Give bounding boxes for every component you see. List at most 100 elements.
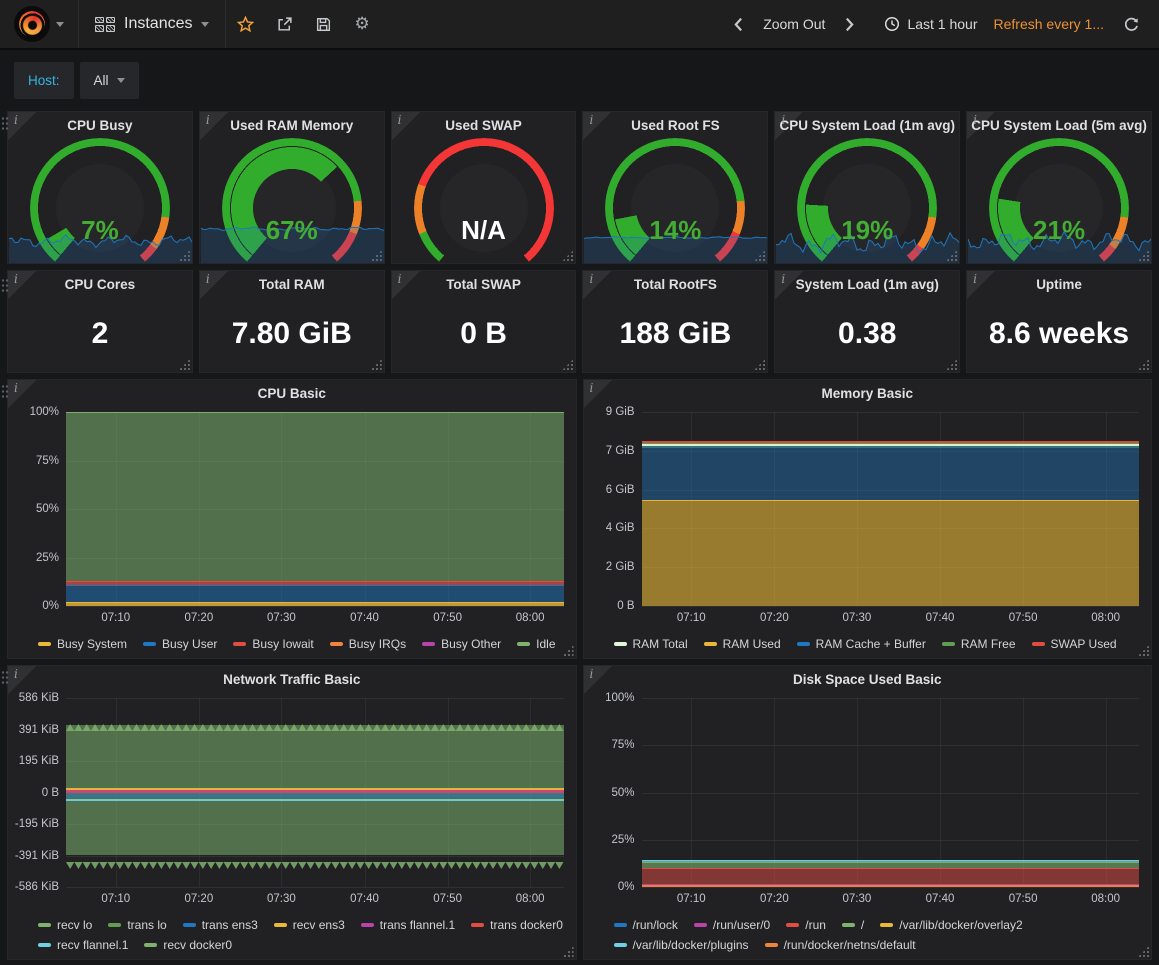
- y-tick-label: 195 KiB: [19, 755, 59, 767]
- panel-resize-handle[interactable]: [562, 250, 573, 261]
- legend-item[interactable]: Busy User: [143, 637, 217, 651]
- y-tick-label: 0 B: [617, 600, 634, 612]
- legend-item[interactable]: /run/lock: [614, 918, 678, 932]
- gauge-value: 19%: [775, 215, 959, 246]
- panel-info-icon[interactable]: i: [584, 666, 612, 694]
- legend-item[interactable]: recv flannel.1: [38, 938, 128, 952]
- panel-info-icon[interactable]: i: [583, 112, 611, 140]
- legend-item[interactable]: RAM Total: [614, 637, 688, 651]
- panel-info-icon[interactable]: i: [967, 271, 995, 299]
- legend-series-label: /run/user/0: [713, 918, 770, 932]
- share-dashboard-button[interactable]: [265, 0, 304, 48]
- panel-info-icon[interactable]: i: [8, 666, 36, 694]
- stat-panel: iTotal SWAP0 B: [391, 270, 577, 373]
- x-tick-label: 07:20: [760, 612, 789, 624]
- legend-item[interactable]: recv ens3: [274, 918, 345, 932]
- panel-info-icon[interactable]: i: [8, 271, 36, 299]
- legend-series-swatch: [330, 642, 343, 646]
- legend-item[interactable]: Busy IRQs: [330, 637, 406, 651]
- legend-series-label: RAM Cache + Buffer: [816, 637, 926, 651]
- host-variable-label[interactable]: Host:: [14, 62, 74, 99]
- time-range-picker[interactable]: Last 1 hour: [876, 16, 985, 32]
- panel-resize-handle[interactable]: [946, 359, 957, 370]
- legend-item[interactable]: /run: [786, 918, 826, 932]
- grafana-menu-button[interactable]: [0, 6, 78, 42]
- panel-resize-handle[interactable]: [754, 359, 765, 370]
- host-variable-dropdown[interactable]: All: [80, 62, 139, 99]
- row-drag-handle[interactable]: [1, 278, 9, 294]
- legend-item[interactable]: Busy Other: [422, 637, 501, 651]
- gauge-value: 67%: [200, 215, 384, 246]
- legend-series-swatch: [797, 642, 810, 646]
- legend-item[interactable]: trans ens3: [183, 918, 258, 932]
- legend-item[interactable]: /run/docker/netns/default: [765, 938, 916, 952]
- legend-series-label: Busy Iowait: [252, 637, 313, 651]
- panel-info-icon[interactable]: i: [584, 380, 612, 408]
- panel-title[interactable]: Disk Space Used Basic: [584, 672, 1152, 687]
- legend-item[interactable]: /var/lib/docker/plugins: [614, 938, 749, 952]
- panel-info-icon[interactable]: i: [583, 271, 611, 299]
- legend-item[interactable]: Idle: [517, 637, 555, 651]
- chart-legend-row: recv flannel.1 recv docker0: [38, 935, 568, 955]
- legend-item[interactable]: RAM Cache + Buffer: [797, 637, 926, 651]
- panel-info-icon[interactable]: i: [775, 112, 803, 140]
- legend-series-label: trans flannel.1: [380, 918, 455, 932]
- refresh-interval-picker[interactable]: Refresh every 1...: [986, 16, 1113, 32]
- panel-info-icon[interactable]: i: [8, 380, 36, 408]
- time-shift-back-button[interactable]: [722, 0, 755, 48]
- legend-item[interactable]: recv lo: [38, 918, 92, 932]
- gauge-panel: iCPU System Load (1m avg)19%: [774, 111, 960, 264]
- panel-title[interactable]: Network Traffic Basic: [8, 672, 576, 687]
- save-dashboard-button[interactable]: [304, 0, 343, 48]
- panel-info-icon[interactable]: i: [392, 271, 420, 299]
- legend-item[interactable]: trans docker0: [471, 918, 563, 932]
- legend-item[interactable]: trans flannel.1: [361, 918, 455, 932]
- panel-resize-handle[interactable]: [371, 359, 382, 370]
- legend-item[interactable]: SWAP Used: [1032, 637, 1117, 651]
- panel-resize-handle[interactable]: [562, 359, 573, 370]
- legend-series-label: /run/lock: [633, 918, 678, 932]
- legend-series-label: SWAP Used: [1051, 637, 1117, 651]
- legend-item[interactable]: RAM Used: [704, 637, 781, 651]
- navbar: Instances ⚙ Zoom Out: [0, 0, 1159, 50]
- legend-item[interactable]: /run/user/0: [694, 918, 770, 932]
- panel-info-icon[interactable]: i: [8, 112, 36, 140]
- legend-item[interactable]: recv docker0: [144, 938, 232, 952]
- stat-panel: iTotal RAM7.80 GiB: [199, 270, 385, 373]
- x-tick-label: 07:50: [1009, 612, 1038, 624]
- panel-resize-handle[interactable]: [179, 359, 190, 370]
- panel-title[interactable]: CPU Basic: [8, 386, 576, 401]
- star-dashboard-button[interactable]: [226, 0, 265, 48]
- legend-item[interactable]: trans lo: [108, 918, 166, 932]
- legend-item[interactable]: Busy Iowait: [233, 637, 313, 651]
- y-tick-label: 2 GiB: [606, 561, 635, 573]
- zoom-out-button[interactable]: Zoom Out: [755, 16, 833, 32]
- legend-item[interactable]: /: [842, 918, 864, 932]
- legend-series-swatch: [942, 642, 955, 646]
- legend-series-label: Busy IRQs: [349, 637, 406, 651]
- panel-info-icon[interactable]: i: [775, 271, 803, 299]
- y-tick-label: 75%: [36, 455, 59, 467]
- panel-info-icon[interactable]: i: [200, 112, 228, 140]
- refresh-button[interactable]: [1112, 0, 1151, 48]
- chart-plot-area: -586 KiB-391 KiB-195 KiB0 B195 KiB391 Ki…: [66, 698, 564, 887]
- panel-info-icon[interactable]: i: [967, 112, 995, 140]
- stat-panel: iSystem Load (1m avg)0.38: [774, 270, 960, 373]
- panel-resize-handle[interactable]: [1138, 359, 1149, 370]
- row-drag-handle[interactable]: [1, 384, 9, 400]
- dashboard-settings-button[interactable]: ⚙: [343, 0, 380, 48]
- legend-item[interactable]: RAM Free: [942, 637, 1016, 651]
- series-line: [66, 791, 564, 793]
- row-drag-handle[interactable]: [1, 670, 9, 686]
- legend-item[interactable]: Busy System: [38, 637, 127, 651]
- panel-title[interactable]: Memory Basic: [584, 386, 1152, 401]
- row-drag-handle[interactable]: [1, 116, 9, 132]
- y-tick-label: -195 KiB: [15, 818, 59, 830]
- legend-item[interactable]: /var/lib/docker/overlay2: [880, 918, 1022, 932]
- series-line: [66, 799, 564, 801]
- time-shift-forward-button[interactable]: [833, 0, 866, 48]
- dashboard-picker[interactable]: Instances: [79, 15, 225, 33]
- panel-info-icon[interactable]: i: [200, 271, 228, 299]
- legend-series-label: trans lo: [127, 918, 166, 932]
- panel-info-icon[interactable]: i: [392, 112, 420, 140]
